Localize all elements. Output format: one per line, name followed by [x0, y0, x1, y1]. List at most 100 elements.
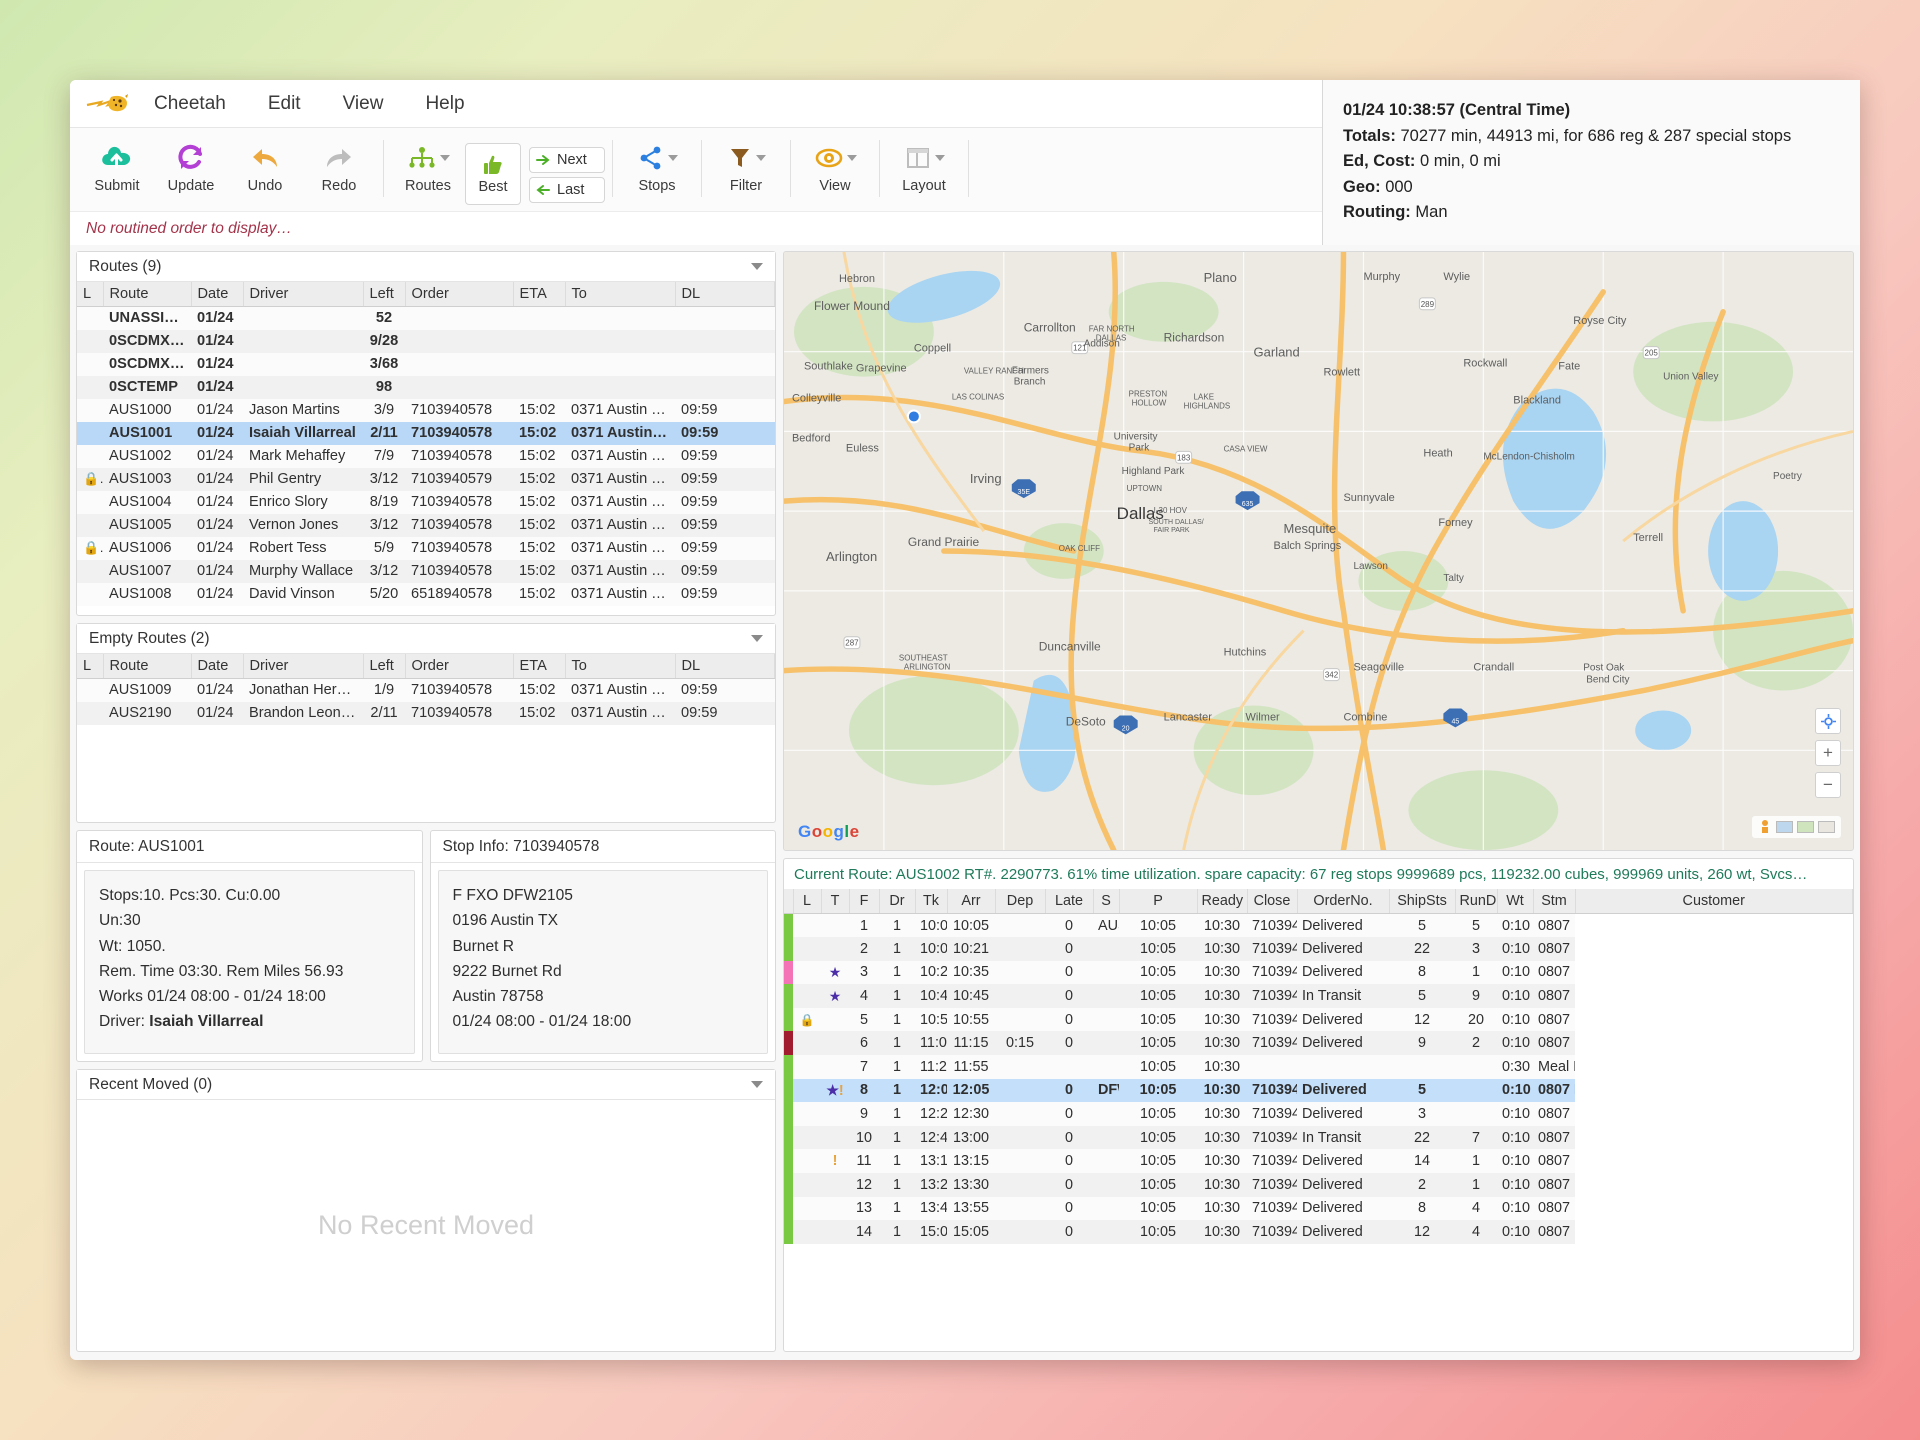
stops-column-ready[interactable]: Ready [1197, 889, 1248, 914]
layout-button[interactable]: Layout [887, 132, 961, 211]
map-layer-legend[interactable] [1752, 816, 1841, 838]
filter-dropdown-caret[interactable] [755, 155, 766, 161]
column-header-dl[interactable]: DL [675, 654, 775, 679]
table-row[interactable]: 0SCDMX4H 01/24 3/68 [77, 352, 775, 376]
next-button[interactable]: Next [529, 146, 605, 173]
tk-cell: 1 [892, 1106, 901, 1123]
menu-item-cheetah[interactable]: Cheetah [136, 88, 244, 120]
recent-moved-collapse-icon[interactable] [751, 1081, 763, 1088]
table-row[interactable]: AUS2190 01/24 Brandon Leonard 2/11 710394057… [77, 701, 775, 725]
column-header-route[interactable]: Route [103, 282, 192, 307]
column-header-l[interactable]: L [77, 282, 104, 307]
stops-column-s[interactable]: S [1093, 889, 1120, 914]
map-canvas[interactable]: 121 289 183 205 342 287 35E 635 20 45 He… [784, 252, 1853, 850]
stops-column-tk[interactable]: Tk [915, 889, 948, 914]
stops-column-wt[interactable]: Wt [1497, 889, 1534, 914]
column-header-to[interactable]: To [565, 282, 676, 307]
table-row[interactable]: 0SCTEMP 01/24 98 [77, 375, 775, 399]
empty-routes-collapse-icon[interactable] [751, 635, 763, 642]
column-header-driver[interactable]: Driver [243, 654, 364, 679]
stop-row[interactable]: 1 1 10:01 10:05 0 AUS1001 10:05 10:30 7103940578… [784, 913, 1853, 938]
column-header-date[interactable]: Date [191, 282, 244, 307]
rund-cell: 8 [1417, 1200, 1426, 1217]
zoom-in-button[interactable]: + [1815, 740, 1841, 766]
stops-column-close[interactable]: Close [1247, 889, 1298, 914]
stops-button[interactable]: Stops [620, 132, 694, 211]
stops-column-customer[interactable]: Customer [1575, 889, 1853, 914]
column-header-driver[interactable]: Driver [243, 282, 364, 307]
routes-collapse-icon[interactable] [751, 263, 763, 270]
column-header-l[interactable]: L [77, 654, 104, 679]
locate-button[interactable] [1815, 708, 1841, 734]
routes-dropdown-caret[interactable] [439, 155, 450, 161]
layout-dropdown-caret[interactable] [934, 155, 945, 161]
last-button[interactable]: Last [529, 176, 605, 203]
column-header-route[interactable]: Route [103, 654, 192, 679]
table-row[interactable]: AUS1009 01/24 Jonathan Hernan 1/9 7103940578… [77, 678, 775, 702]
update-button[interactable]: Update [154, 132, 228, 211]
wt-cell: 2 [1471, 1035, 1480, 1052]
table-row[interactable]: AUS1000 01/24 Jason Martins 3/9 7103940578 15… [77, 398, 775, 422]
table-row[interactable]: 🔒 AUS1003 01/24 Phil Gentry 3/12 7103940579 15… [77, 467, 775, 491]
stops-column-dr[interactable]: Dr [879, 889, 916, 914]
table-row[interactable]: AUS1005 01/24 Vernon Jones 3/12 7103940578 15… [77, 513, 775, 537]
stop-row[interactable]: ★! 8 1 12:00 12:05 0 DFW2105 10:05 10:30 71039405… [784, 1078, 1853, 1103]
p-cell [1093, 1102, 1119, 1126]
zoom-out-button[interactable]: − [1815, 772, 1841, 798]
menu-item-view[interactable]: View [325, 88, 402, 120]
table-row[interactable]: 0SCDMX2H 01/24 9/28 [77, 329, 775, 353]
column-header-dl[interactable]: DL [675, 282, 775, 307]
best-button[interactable]: Best [465, 142, 521, 205]
column-header-eta[interactable]: ETA [513, 282, 566, 307]
stop-row[interactable]: 9 1 12:25 12:30 0 10:05 10:30 7103940578 Deliver… [784, 1102, 1853, 1126]
stops-column-l[interactable]: L [793, 889, 822, 914]
column-header-order[interactable]: Order [405, 654, 514, 679]
stops-column-t[interactable]: T [821, 889, 850, 914]
stops-column-shipsts[interactable]: ShipSts [1389, 889, 1456, 914]
table-row[interactable]: AUS1007 01/24 Murphy Wallace 3/12 7103940578… [77, 559, 775, 583]
table-row[interactable]: UNASSIGND 01/24 52 [77, 306, 775, 330]
stop-row[interactable]: !11113:1013:15010:0510:307103940578Deliv… [784, 1149, 1853, 1174]
stops-column-p[interactable]: P [1119, 889, 1198, 914]
map-view[interactable]: 121 289 183 205 342 287 35E 635 20 45 He… [783, 251, 1854, 851]
stops-column-dep[interactable]: Dep [995, 889, 1046, 914]
redo-button[interactable]: Redo [302, 132, 376, 211]
stops-column-f[interactable]: F [849, 889, 880, 914]
stops-dropdown-caret[interactable] [667, 155, 678, 161]
stop-row[interactable]: 12113:2813:30010:0510:307103940578Delive… [784, 1173, 1853, 1197]
stop-row[interactable]: 13 1 13:49 13:55 0 10:05 10:30 7103940578 Delive… [784, 1196, 1853, 1221]
table-row[interactable]: AUS1008 01/24 David Vinson 5/20 6518940578 15… [77, 582, 775, 606]
stops-column-late[interactable]: Late [1045, 889, 1094, 914]
column-header-date[interactable]: Date [191, 654, 244, 679]
column-header-left[interactable]: Left [363, 282, 406, 307]
stop-row[interactable]: ★ 3 1 10:24 10:35 0 10:05 10:30 7103940578 Delive… [784, 960, 1853, 985]
stop-row[interactable]: 14 1 15:00 15:05 0 10:05 10:30 7103940578 Delive… [784, 1220, 1853, 1244]
view-button[interactable]: View [798, 132, 872, 211]
stop-row[interactable]: ★ 4 1 10:40 10:45 0 10:05 10:30 7103940578 In Tra… [784, 984, 1853, 1008]
stop-row[interactable]: 10 1 12:40 13:00 0 10:05 10:30 7103940578 In Tra… [784, 1125, 1853, 1150]
stop-row[interactable]: 6 1 11:05 11:15 0:15 0 10:05 10:30 7103940578 Del… [784, 1031, 1853, 1056]
stops-column-orderno[interactable]: OrderNo. [1297, 889, 1390, 914]
table-row[interactable]: AUS1004 01/24 Enrico Slory 8/19 7103940578 15… [77, 490, 775, 514]
table-row[interactable]: AUS1002 01/24 Mark Mehaffey 7/9 7103940578 15… [77, 444, 775, 468]
stops-column-stm[interactable]: Stm [1533, 889, 1576, 914]
stop-row[interactable]: 🔒 5 1 10:50 10:55 0 10:05 10:30 7103940578 Delive… [784, 1007, 1853, 1032]
column-header-left[interactable]: Left [363, 654, 406, 679]
submit-button[interactable]: Submit [80, 132, 154, 211]
view-dropdown-caret[interactable] [846, 155, 857, 161]
table-row[interactable]: AUS1001 01/24 Isaiah Villarreal 2/11 7103940… [77, 421, 775, 445]
route-color-bar [784, 1078, 793, 1103]
column-header-to[interactable]: To [565, 654, 676, 679]
stops-column-rund[interactable]: RunD [1455, 889, 1498, 914]
stops-column-arr[interactable]: Arr [947, 889, 996, 914]
stop-row[interactable]: 7 1 11:20 11:55 10:05 10:30 0:30 Meal Break [784, 1055, 1853, 1079]
stop-row[interactable]: 2 1 10:09 10:21 0 10:05 10:30 7103940578 Deliver… [784, 937, 1853, 961]
menu-item-edit[interactable]: Edit [250, 88, 319, 120]
table-row[interactable]: 🔒 AUS1006 01/24 Robert Tess 5/9 7103940578 15:… [77, 536, 775, 560]
column-header-order[interactable]: Order [405, 282, 514, 307]
filter-button[interactable]: Filter [709, 132, 783, 211]
menu-item-help[interactable]: Help [407, 88, 482, 120]
column-header-eta[interactable]: ETA [513, 654, 566, 679]
undo-button[interactable]: Undo [228, 132, 302, 211]
routes-button[interactable]: Routes [391, 132, 465, 211]
